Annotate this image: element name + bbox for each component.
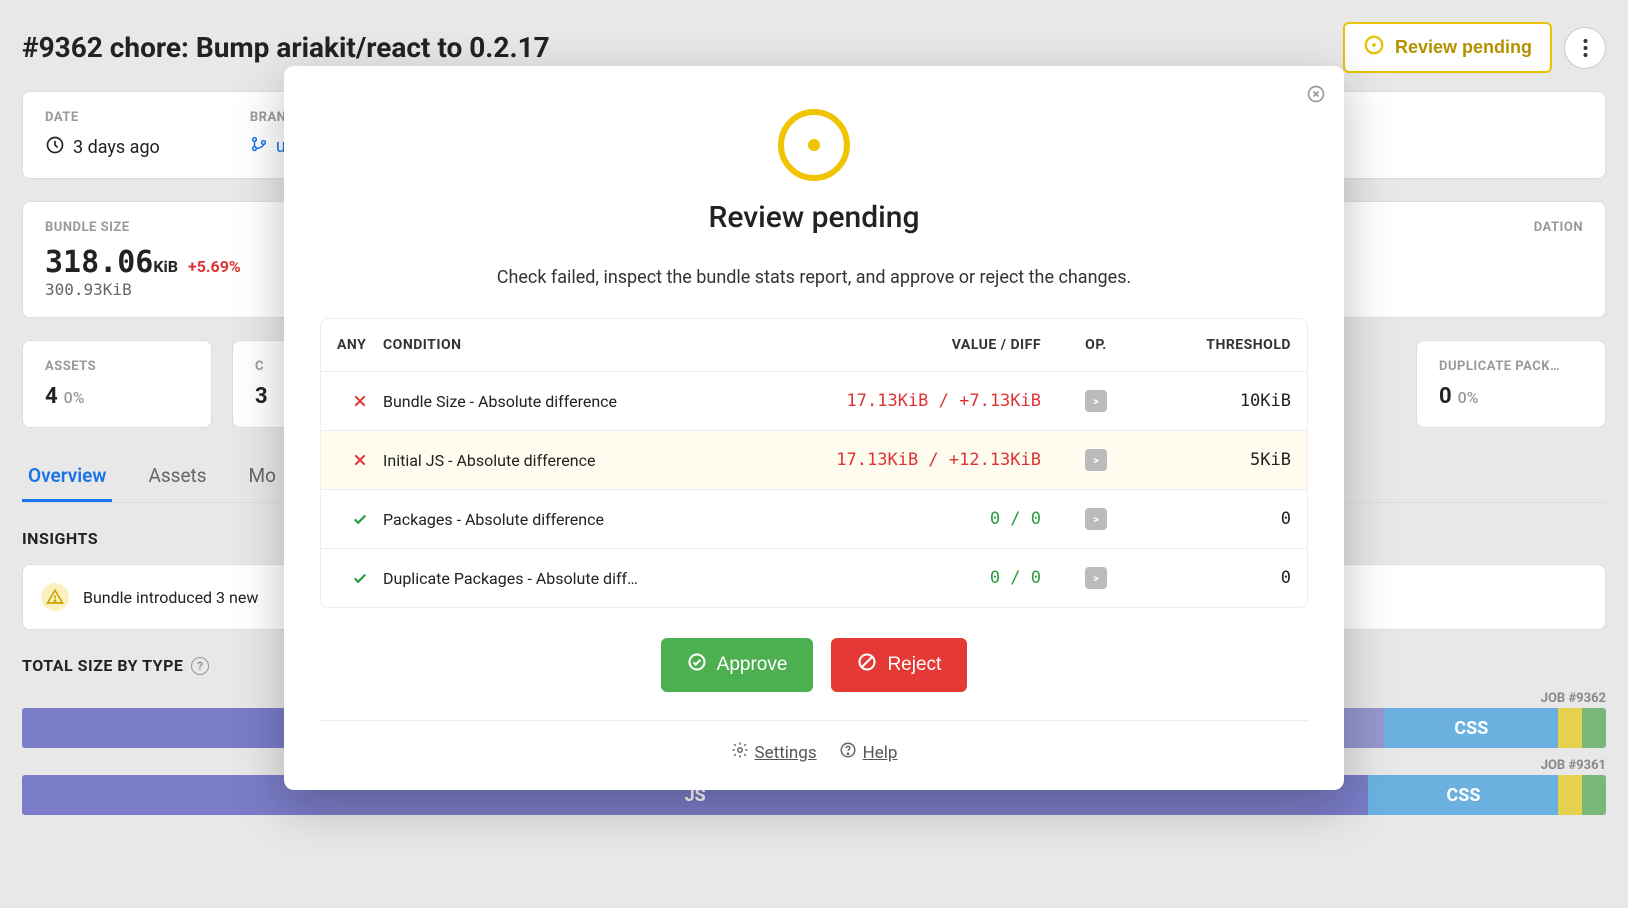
bundle-size-value: 318.06 — [45, 245, 153, 280]
close-icon — [1306, 84, 1326, 104]
condition-value: 0 / 0 — [791, 568, 1051, 588]
close-button[interactable] — [1306, 84, 1326, 104]
operator-badge: > — [1085, 390, 1107, 412]
help-link[interactable]: Help — [839, 741, 898, 764]
tab-modules[interactable]: Mo — [243, 452, 282, 502]
more-menu-button[interactable] — [1564, 27, 1606, 69]
page-title: #9362 chore: Bump ariakit/react to 0.2.1… — [22, 31, 550, 64]
condition-name: Duplicate Packages - Absolute diff… — [383, 569, 791, 588]
approve-button[interactable]: Approve — [661, 638, 814, 692]
threshold-value: 0 — [1141, 509, 1291, 529]
assets-card: ASSETS 40% — [22, 340, 212, 428]
condition-value: 17.13KiB / +7.13KiB — [791, 391, 1051, 411]
modal-title: Review pending — [320, 200, 1308, 235]
bar-segment: CSS — [1384, 708, 1558, 748]
condition-row: Initial JS - Absolute difference17.13KiB… — [321, 430, 1307, 489]
conditions-table: ANY CONDITION VALUE / DIFF OP. THRESHOLD… — [320, 318, 1308, 608]
date-value: 3 days ago — [73, 137, 160, 158]
bar-segment — [1558, 708, 1582, 748]
ban-icon — [857, 652, 877, 678]
condition-name: Bundle Size - Absolute difference — [383, 392, 791, 411]
more-vertical-icon — [1583, 38, 1588, 58]
x-icon — [337, 393, 383, 409]
warning-icon — [41, 583, 69, 611]
threshold-value: 0 — [1141, 568, 1291, 588]
condition-row: Bundle Size - Absolute difference17.13Ki… — [321, 371, 1307, 430]
check-circle-icon — [687, 652, 707, 678]
threshold-value: 10KiB — [1141, 391, 1291, 411]
pending-icon — [1363, 34, 1385, 61]
review-pending-button[interactable]: Review pending — [1343, 22, 1552, 73]
operator-badge: > — [1085, 567, 1107, 589]
check-icon — [337, 569, 383, 587]
condition-name: Packages - Absolute difference — [383, 510, 791, 529]
tab-assets[interactable]: Assets — [142, 452, 212, 502]
clock-icon — [45, 135, 65, 160]
operator-badge: > — [1085, 449, 1107, 471]
threshold-value: 5KiB — [1141, 450, 1291, 470]
settings-link[interactable]: Settings — [731, 741, 817, 764]
bar-segment — [1558, 775, 1582, 815]
help-icon[interactable]: ? — [191, 657, 209, 675]
pending-icon — [775, 106, 853, 184]
bundle-size-delta: +5.69% — [188, 257, 241, 276]
reject-button[interactable]: Reject — [831, 638, 967, 692]
date-label: DATE — [45, 110, 160, 125]
condition-name: Initial JS - Absolute difference — [383, 451, 791, 470]
condition-value: 0 / 0 — [791, 509, 1051, 529]
condition-row: Packages - Absolute difference0 / 0 >0 — [321, 489, 1307, 548]
condition-value: 17.13KiB / +12.13KiB — [791, 450, 1051, 470]
bar-segment — [1582, 708, 1606, 748]
operator-badge: > — [1085, 508, 1107, 530]
tab-overview[interactable]: Overview — [22, 452, 112, 502]
help-icon — [839, 741, 857, 764]
branch-icon — [250, 135, 268, 158]
x-icon — [337, 452, 383, 468]
bar-segment: CSS — [1368, 775, 1558, 815]
condition-row: Duplicate Packages - Absolute diff…0 / 0… — [321, 548, 1307, 607]
review-modal: Review pending Check failed, inspect the… — [284, 66, 1344, 790]
dup-packages-card: DUPLICATE PACK… 00% — [1416, 340, 1606, 428]
check-icon — [337, 510, 383, 528]
modal-description: Check failed, inspect the bundle stats r… — [320, 267, 1308, 288]
bar-segment — [1582, 775, 1606, 815]
gear-icon — [731, 741, 749, 764]
